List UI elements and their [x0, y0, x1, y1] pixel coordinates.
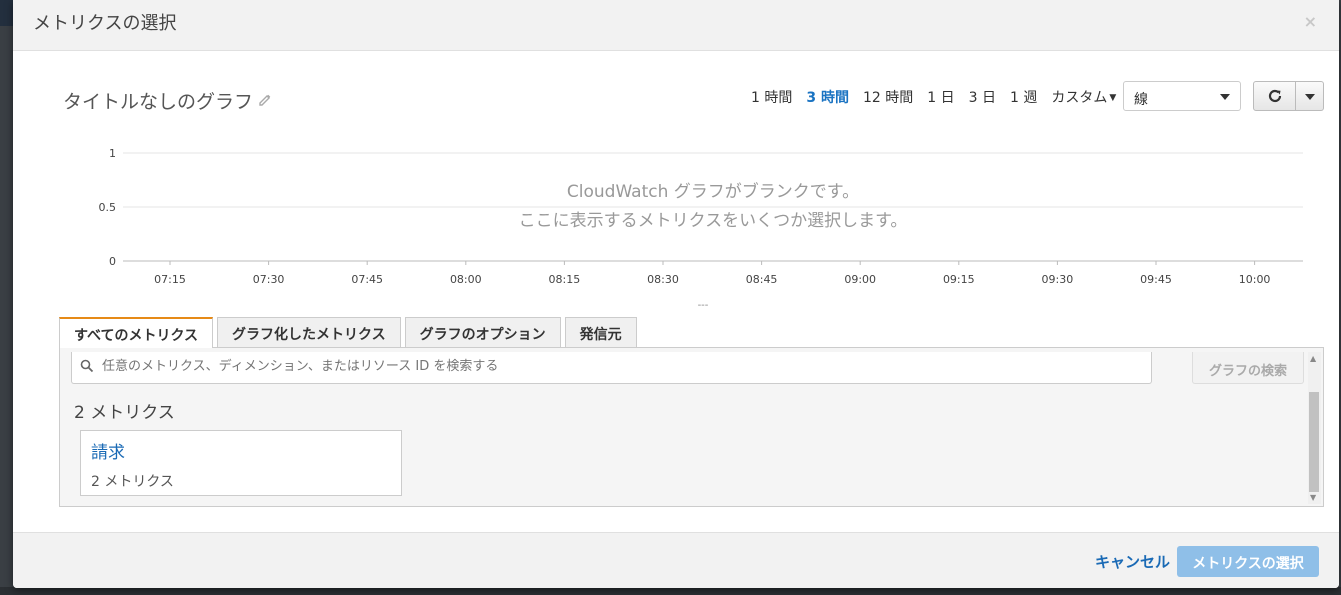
x-tick-label: 08:00	[450, 273, 482, 286]
close-icon[interactable]: ×	[1304, 12, 1317, 31]
refresh-button[interactable]	[1253, 81, 1296, 111]
chevron-down-icon	[1220, 94, 1230, 100]
graph-search-button[interactable]: グラフの検索	[1192, 352, 1304, 384]
refresh-icon	[1268, 89, 1281, 103]
refresh-options-dropdown[interactable]	[1296, 81, 1324, 111]
x-tick-label: 09:30	[1042, 273, 1074, 286]
y-tick-label: 0	[109, 255, 116, 268]
namespace-name[interactable]: 請求	[91, 438, 125, 463]
x-tick-label: 07:15	[154, 273, 186, 286]
select-metrics-dialog: メトリクスの選択 × タイトルなしのグラフ 1 時間 3 時間 12 時間 1 …	[13, 0, 1339, 588]
x-tick-label: 08:45	[746, 273, 778, 286]
scroll-down-icon[interactable]: ▼	[1310, 493, 1316, 502]
x-tick-label: 09:45	[1140, 273, 1172, 286]
range-3h[interactable]: 3 時間	[806, 87, 849, 107]
legend-placeholder: ---	[698, 300, 709, 310]
dialog-header: メトリクスの選択 ×	[13, 0, 1339, 51]
x-tick-label: 09:15	[943, 273, 975, 286]
x-tick-label: 10:00	[1239, 273, 1271, 286]
pencil-icon[interactable]	[257, 92, 273, 108]
range-1d[interactable]: 1 日	[927, 87, 954, 107]
x-tick-label: 08:15	[549, 273, 581, 286]
search-input[interactable]	[100, 358, 1144, 375]
scroll-thumb[interactable]	[1309, 392, 1319, 492]
background-app	[0, 0, 14, 26]
dialog-title: メトリクスの選択	[33, 13, 177, 34]
range-1w[interactable]: 1 週	[1010, 87, 1037, 107]
y-tick-label: 1	[109, 147, 116, 160]
range-3d[interactable]: 3 日	[969, 87, 996, 107]
background-app-footer	[0, 587, 1341, 595]
chart-empty-message: CloudWatch グラフがブランクです。 ここに表示するメトリクスをいくつか…	[463, 178, 963, 236]
chevron-down-icon	[1305, 94, 1315, 100]
tab-source[interactable]: 発信元	[564, 317, 637, 347]
x-tick-label: 09:00	[844, 273, 876, 286]
empty-message-line2: ここに表示するメトリクスをいくつか選択します。	[518, 211, 908, 231]
tab-graph-options[interactable]: グラフのオプション	[404, 317, 561, 347]
metrics-tabs: すべてのメトリクス グラフ化したメトリクス グラフのオプション 発信元	[59, 317, 637, 348]
search-icon	[80, 359, 94, 373]
x-tick-label: 07:45	[351, 273, 383, 286]
tab-graphed-metrics[interactable]: グラフ化したメトリクス	[217, 317, 401, 347]
select-metrics-button[interactable]: メトリクスの選択	[1177, 546, 1319, 577]
cancel-button[interactable]: キャンセル	[1095, 551, 1170, 572]
graph-title[interactable]: タイトルなしのグラフ	[63, 87, 253, 114]
time-range-selector: 1 時間 3 時間 12 時間 1 日 3 日 1 週 カスタム ▼	[751, 87, 1116, 107]
range-1h[interactable]: 1 時間	[751, 87, 792, 107]
chart-type-value: 線	[1134, 92, 1148, 108]
scroll-up-icon[interactable]: ▲	[1310, 354, 1316, 363]
refresh-button-group	[1253, 81, 1324, 111]
namespace-metric-count: 2 メトリクス	[91, 474, 174, 490]
chart-type-select[interactable]: 線	[1123, 81, 1241, 111]
range-12h[interactable]: 12 時間	[863, 87, 913, 107]
range-custom-label: カスタム	[1051, 90, 1108, 106]
y-tick-label: 0.5	[99, 201, 117, 214]
range-custom[interactable]: カスタム ▼	[1051, 87, 1116, 107]
metric-count: 2 メトリクス	[74, 403, 175, 423]
search-box	[71, 352, 1152, 384]
tab-all-metrics[interactable]: すべてのメトリクス	[59, 317, 214, 348]
panel-scrollbar[interactable]: ▲ ▼	[1308, 352, 1321, 504]
metrics-panel: グラフの検索 2 メトリクス 請求 2 メトリクス ▲ ▼	[59, 347, 1324, 507]
empty-message-line1: CloudWatch グラフがブランクです。	[566, 182, 860, 202]
dialog-footer: キャンセル メトリクスの選択	[13, 532, 1339, 588]
metric-namespace-card[interactable]: 請求 2 メトリクス	[80, 430, 402, 496]
caret-down-icon: ▼	[1109, 93, 1117, 103]
x-tick-label: 07:30	[253, 273, 285, 286]
x-tick-label: 08:30	[647, 273, 679, 286]
chart-area: 1 0.5 0 07:15 07:30 07:45 08:00 08:15 08:30 08:45…	[83, 140, 1303, 310]
